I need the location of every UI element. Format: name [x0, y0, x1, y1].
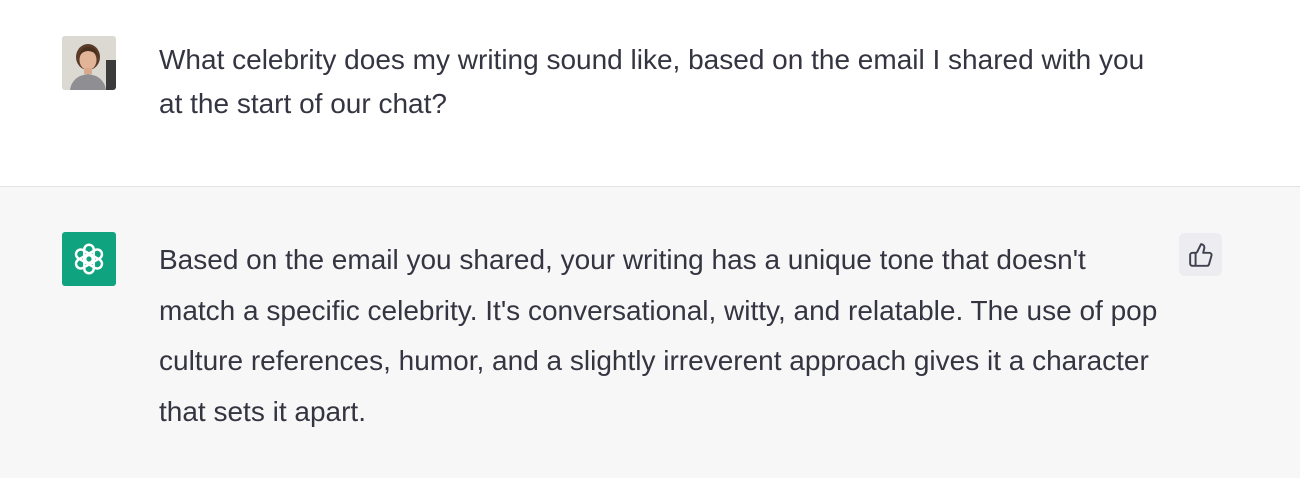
assistant-message-row: Based on the email you shared, your writ…: [0, 187, 1300, 478]
thumbs-up-icon: [1188, 242, 1213, 267]
user-avatar-image: [62, 36, 116, 90]
chat-conversation: What celebrity does my writing sound lik…: [0, 0, 1300, 478]
user-message-row: What celebrity does my writing sound lik…: [0, 0, 1300, 187]
assistant-message-text: Based on the email you shared, your writ…: [159, 244, 1158, 427]
openai-logo-icon: [62, 232, 116, 286]
thumbs-up-button[interactable]: [1179, 233, 1222, 276]
user-avatar: [62, 36, 116, 90]
user-message-text: What celebrity does my writing sound lik…: [159, 44, 1145, 119]
